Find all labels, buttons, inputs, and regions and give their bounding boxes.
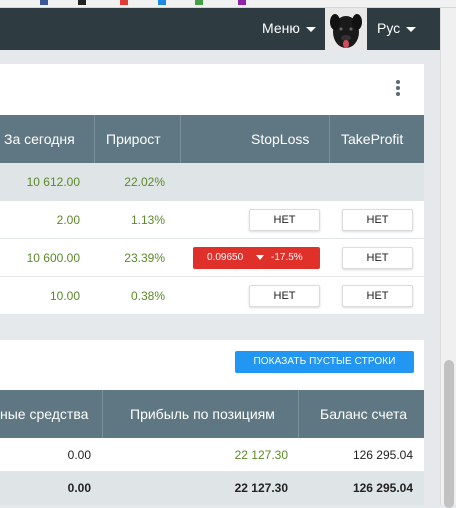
page-scrollbar[interactable] [440,8,456,508]
menu-button[interactable]: Меню [262,20,316,36]
col-growth-header[interactable]: Прирост [106,115,161,163]
stoploss-percent: -17.5% [271,252,303,263]
row-today: 10 600.00 [26,251,80,265]
bookmark-icon[interactable] [195,0,203,5]
row-today: 10.00 [49,289,80,303]
kebab-menu-icon[interactable] [392,80,404,100]
row-today: 2.00 [56,213,80,227]
bookmark-icon[interactable] [120,0,128,5]
takeprofit-button[interactable]: НЕТ [342,209,413,231]
takeprofit-button[interactable]: НЕТ [342,285,413,307]
positions-summary-row: 10 612.00 22.02% [0,163,424,201]
stoploss-button[interactable]: НЕТ [249,209,320,231]
bookmark-icon[interactable] [238,0,246,5]
language-caret-icon [406,26,417,32]
show-empty-rows-button[interactable]: ПОКАЗАТЬ ПУСТЫЕ СТРОКИ [235,351,414,373]
summary-growth: 22.02% [124,175,165,189]
menu-caret-icon [305,26,316,32]
bookmark-icon[interactable] [158,0,166,5]
bookmark-icon[interactable] [78,0,86,5]
summary-today: 10 612.00 [26,175,80,189]
col-profit-header[interactable]: Прибыль по позициям [130,390,275,438]
browser-toolbar-strip [0,0,456,8]
row-balance: 126 295.04 [352,448,413,462]
balance-table-header: ные средства Прибыль по позициям Баланс … [0,390,424,438]
takeprofit-button[interactable]: НЕТ [342,247,413,269]
dog-avatar [325,8,367,50]
col-stoploss-header[interactable]: StopLoss [251,115,309,163]
row-funds: 0.00 [67,448,91,462]
down-arrow-icon [256,255,264,260]
menu-label: Меню [262,20,300,36]
col-takeprofit-header[interactable]: TakeProfit [341,115,403,163]
stoploss-active-button[interactable]: 0.09650 -17.5% [193,247,320,269]
row-profit: 22 127.30 [234,448,288,462]
row-growth: 23.39% [124,251,165,265]
stoploss-button[interactable]: НЕТ [249,285,320,307]
col-balance-header[interactable]: Баланс счета [320,390,407,438]
col-funds-header[interactable]: ные средства [0,390,88,438]
total-balance: 126 295.04 [352,481,413,495]
table-row: 0.00 22 127.30 126 295.04 [0,438,424,472]
col-today-header[interactable]: За сегодня [4,115,75,163]
row-growth: 1.13% [130,213,165,227]
row-growth: 0.38% [130,289,165,303]
bookmark-icon[interactable] [40,0,48,5]
app-header: Меню Рус [0,8,440,50]
avatar[interactable] [325,8,367,50]
total-funds: 0.00 [67,481,91,495]
language-selector[interactable]: Рус [377,20,417,36]
balance-total-row: 0.00 22 127.30 126 295.04 [0,472,424,505]
total-profit: 22 127.30 [234,481,288,495]
positions-table-header: За сегодня Прирост StopLoss TakeProfit [0,115,424,163]
stoploss-value: 0.09650 [207,252,244,263]
language-label: Рус [377,20,401,36]
scrollbar-thumb[interactable] [444,360,454,508]
